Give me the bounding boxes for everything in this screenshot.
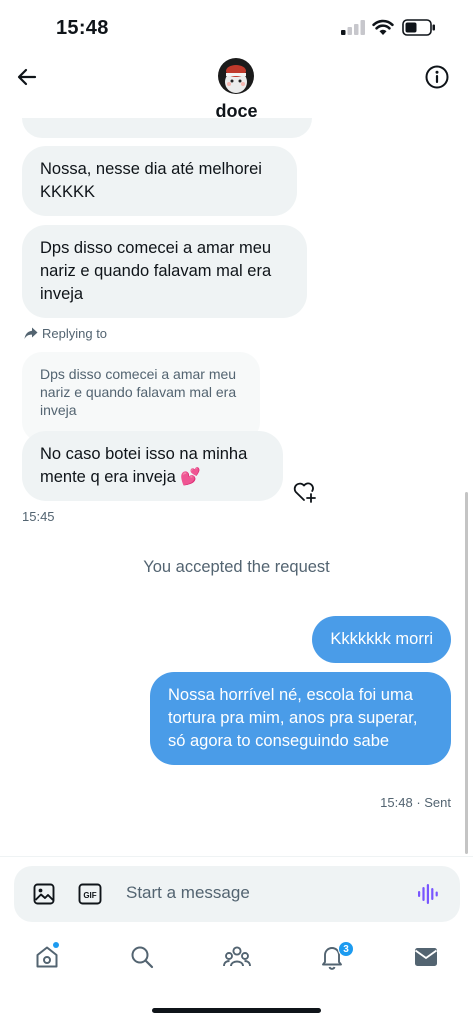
info-icon[interactable]: [424, 64, 450, 90]
home-indicator: [152, 1008, 321, 1013]
sent-status: 15:48 · Sent: [380, 795, 451, 810]
new-posts-indicator: [53, 942, 59, 948]
status-bar: 15:48: [0, 0, 473, 52]
battery-icon: [402, 19, 435, 36]
scrollbar[interactable]: [465, 492, 468, 854]
received-message[interactable]: Nossa, nesse dia até melhorei KKKKK: [22, 146, 297, 216]
message-composer[interactable]: GIF Start a message: [14, 866, 460, 922]
arrow-left-icon: [17, 68, 37, 86]
nav-search[interactable]: [127, 942, 157, 972]
reply-label-text: Replying to: [42, 326, 108, 341]
avatar-image: [218, 58, 254, 94]
messages-icon: [414, 948, 438, 966]
message-text: Dps disso comecei a amar meu nariz e qua…: [40, 239, 272, 303]
status-time: 15:48: [56, 17, 109, 39]
notification-count-badge: 3: [338, 941, 354, 957]
voice-message-icon[interactable]: [416, 882, 440, 906]
quoted-message[interactable]: Dps disso comecei a amar meu nariz e qua…: [22, 352, 260, 442]
reply-label: Replying to: [24, 326, 107, 341]
quoted-text: Dps disso comecei a amar meu nariz e qua…: [40, 366, 237, 418]
avatar[interactable]: [218, 58, 254, 94]
message-text: No caso botei isso na minha mente q era …: [40, 445, 248, 486]
message-input[interactable]: Start a message: [126, 883, 250, 903]
add-reaction-icon[interactable]: [292, 480, 318, 504]
message-text: Nossa horrível né, escola foi uma tortur…: [168, 686, 418, 750]
image-icon[interactable]: [33, 883, 55, 905]
gif-icon: GIF: [78, 883, 102, 905]
cellular-signal-icon: [341, 20, 365, 35]
nav-messages[interactable]: [411, 942, 441, 972]
gif-label: GIF: [83, 891, 96, 900]
wifi-icon: [372, 19, 394, 35]
previous-message-bubble: [22, 118, 312, 138]
system-message: You accepted the request: [143, 558, 330, 576]
message-text: Nossa, nesse dia até melhorei KKKKK: [40, 160, 262, 201]
reply-arrow-icon: [24, 327, 38, 339]
nav-communities[interactable]: [222, 942, 252, 972]
search-icon: [131, 946, 154, 969]
bottom-navigation: [0, 930, 473, 990]
back-button[interactable]: [12, 62, 42, 92]
divider: [0, 856, 473, 857]
sent-message[interactable]: Kkkkkkk morri: [312, 616, 451, 663]
received-message[interactable]: Dps disso comecei a amar meu nariz e qua…: [22, 225, 307, 318]
message-text: Kkkkkkk morri: [330, 630, 433, 648]
message-timestamp: 15:45: [22, 509, 55, 524]
communities-icon: [223, 946, 251, 967]
sent-message[interactable]: Nossa horrível né, escola foi uma tortur…: [150, 672, 451, 765]
gif-button[interactable]: GIF: [78, 883, 102, 905]
received-message[interactable]: No caso botei isso na minha mente q era …: [22, 431, 283, 501]
